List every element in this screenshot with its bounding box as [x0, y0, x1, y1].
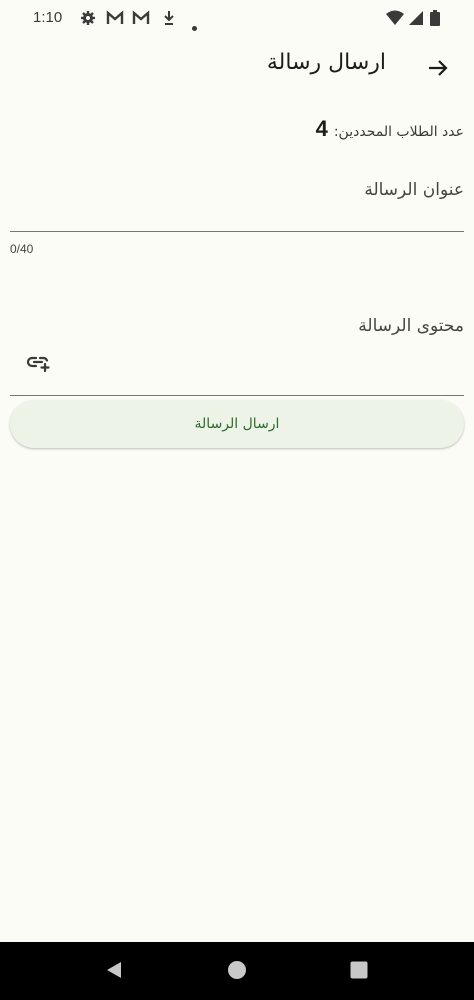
subject-input[interactable] [10, 200, 468, 232]
send-message-button[interactable]: ارسال الرسالة [10, 400, 464, 448]
selected-students-count: 4 [315, 116, 328, 141]
content-field-label: محتوى الرسالة [358, 316, 464, 336]
content-field-underline [10, 395, 464, 396]
subject-field-underline [10, 231, 464, 232]
system-nav-bar [0, 942, 474, 1000]
recents-square-icon[interactable] [349, 960, 369, 984]
gear-icon [80, 10, 96, 30]
gmail-icon [132, 10, 150, 30]
add-link-icon [26, 353, 52, 377]
attach-link-button[interactable] [24, 352, 54, 378]
page-title: ارسال رسالة [266, 50, 386, 75]
subject-field-label: عنوان الرسالة [364, 180, 464, 200]
home-circle-icon[interactable] [227, 960, 247, 984]
gmail-icon [106, 10, 124, 30]
arrow-right-icon [426, 56, 450, 84]
back-button[interactable] [422, 54, 454, 86]
status-bar: 1:10 [0, 0, 474, 36]
signal-icon [408, 10, 424, 30]
dot-icon [192, 16, 197, 35]
wifi-icon [386, 10, 404, 30]
status-time: 1:10 [33, 9, 63, 26]
download-icon [162, 10, 176, 30]
selected-students-row: عدد الطلاب المحددين: 4 [316, 116, 464, 142]
content-input[interactable] [60, 350, 468, 382]
subject-char-counter: 0/40 [10, 242, 34, 256]
back-triangle-icon[interactable] [104, 960, 124, 984]
selected-students-label: عدد الطلاب المحددين: [333, 124, 464, 140]
battery-icon [430, 10, 440, 30]
